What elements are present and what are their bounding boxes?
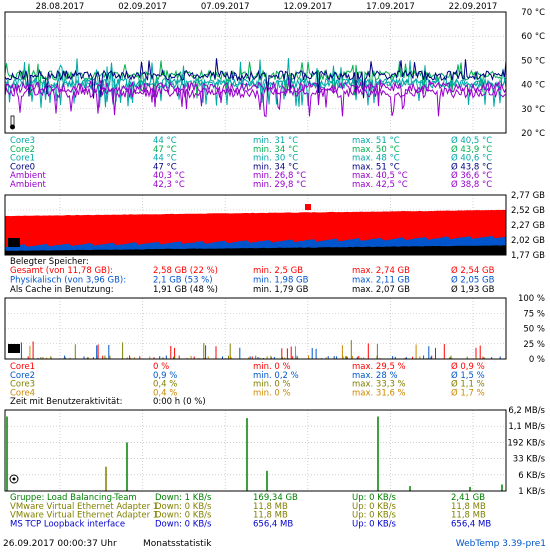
memory-chip-icon-body xyxy=(8,238,20,247)
cpu-y-tick-label: 0 % xyxy=(529,355,545,365)
temperature-row-max: max. 42,5 °C xyxy=(352,180,408,190)
network-plot-area xyxy=(5,410,506,491)
memory-row-avg: Ø 2,05 GB xyxy=(451,274,495,285)
network-row-down: Down: 0 KB/s xyxy=(155,519,212,529)
network-legend: Gruppe: Load Balancing-Team Down: 1 KB/s 1… xyxy=(10,493,491,529)
memory-row-max: max. 2,07 GB xyxy=(352,285,410,295)
memory-chip-icon xyxy=(8,238,20,247)
cpu-y-tick-label: 50 % xyxy=(523,325,545,335)
webtemp-statistics-page: 28.08.2017 02.09.2017 07.09.2017 12.09.2017… xyxy=(0,0,550,550)
statistics-canvas: 28.08.2017 02.09.2017 07.09.2017 12.09.2017… xyxy=(3,2,546,549)
memory-y-tick-label: 2,27 GB xyxy=(511,221,545,231)
cpu-y-tick-label: 75 % xyxy=(523,309,545,319)
x-axis-date-label: 07.09.2017 xyxy=(201,2,250,12)
footer-timestamp: 26.09.2017 00:00:37 Uhr xyxy=(3,539,117,549)
footer: 26.09.2017 00:00:37 Uhr Monatsstatistik … xyxy=(3,539,546,549)
temperature-y-tick-label: 60 °C xyxy=(521,32,545,42)
network-chart: 6,2 MB/s 1,1 MB/s 192 KB/s 33 KB/s 6 KB/s 1 K… xyxy=(4,406,546,497)
cpu-legend: Core1 0 % min. 0 % max. 29,5 % Ø 0,9 %Core2 0… xyxy=(10,361,485,407)
cpu-y-tick-label: 25 % xyxy=(523,340,545,350)
memory-row-cur: 1,91 GB (48 %) xyxy=(153,285,218,295)
temperature-y-tick-label: 70 °C xyxy=(521,8,545,18)
memory-row-min: min. 1,79 GB xyxy=(253,285,309,295)
network-row-up_total: 656,4 MB xyxy=(451,519,491,529)
activity-label: Zeit mit Benutzeraktivität: xyxy=(10,397,122,407)
temperature-y-tick-label: 20 °C xyxy=(521,129,545,139)
network-y-tick-label: 33 KB/s xyxy=(513,455,546,465)
network-row-down_total: 656,4 MB xyxy=(253,519,293,529)
cpu-icon xyxy=(8,344,20,353)
cpu-row-max: max. 31,6 % xyxy=(352,388,406,398)
temperature-row-min: min. 29,8 °C xyxy=(253,180,306,190)
memory-y-tick-label: 2,52 GB xyxy=(511,206,545,216)
temperature-y-tick-label: 30 °C xyxy=(521,105,545,115)
footer-view-label: Monatsstatistik xyxy=(143,539,212,549)
memory-row-avg: Ø 1,93 GB xyxy=(451,284,495,295)
network-y-tick-label: 1 KB/s xyxy=(518,487,545,497)
temperature-row-avg: Ø 38,8 °C xyxy=(451,179,492,190)
activity-value: 0:00 h (0 %) xyxy=(153,397,206,407)
network-row-name: MS TCP Loopback interface xyxy=(10,519,125,529)
temperature-row-cur: 42,3 °C xyxy=(153,180,185,190)
memory-spike xyxy=(305,204,311,210)
memory-y-tick-label: 2,77 GB xyxy=(511,191,545,201)
temperature-legend: Core3 44 °C min. 31 °C max. 51 °C Ø 40,5 °CC… xyxy=(10,135,492,190)
network-y-tick-label: 6 KB/s xyxy=(518,471,545,481)
x-axis-date-label: 02.09.2017 xyxy=(118,2,167,12)
memory-y-tick-label: 2,02 GB xyxy=(511,236,545,246)
cpu-row-avg: Ø 1,7 % xyxy=(451,387,485,398)
network-y-tick-label: 6,2 MB/s xyxy=(508,406,545,416)
network-y-tick-label: 192 KB/s xyxy=(507,438,545,448)
cpu-row-min: min. 0 % xyxy=(253,388,291,398)
memory-row-avg: Ø 2,54 GB xyxy=(451,265,495,276)
network-icon-dot xyxy=(12,477,16,481)
x-axis-date-label: 22.09.2017 xyxy=(449,2,498,12)
temperature-y-tick-label: 40 °C xyxy=(521,81,545,91)
network-y-tick-label: 1,1 MB/s xyxy=(508,422,545,432)
temperature-chart: 28.08.2017 02.09.2017 07.09.2017 12.09.2017… xyxy=(4,2,545,139)
cpu-y-tick-label: 100 % xyxy=(518,294,545,304)
memory-legend: Belegter Speicher:Gesamt (von 11,78 GB):… xyxy=(10,257,495,295)
x-axis-date-label: 12.09.2017 xyxy=(283,2,332,12)
temperature-y-tick-label: 50 °C xyxy=(521,56,545,66)
x-axis-date-label: 17.09.2017 xyxy=(366,2,415,12)
memory-y-tick-label: 1,77 GB xyxy=(511,251,545,261)
thermometer-icon xyxy=(10,115,15,130)
memory-row-name: Als Cache in Benutzung: xyxy=(10,285,114,295)
thermometer-icon-bulb xyxy=(10,124,15,130)
temperature-row-name: Ambient xyxy=(10,180,46,190)
x-axis-date-label: 28.08.2017 xyxy=(36,2,85,12)
network-row-up: Up: 0 KB/s xyxy=(352,519,397,529)
footer-app-version[interactable]: WebTemp 3.39-pre1 xyxy=(456,539,546,549)
memory-chart: 2,77 GB 2,52 GB 2,27 GB 2,02 GB 1,77 GB xyxy=(4,191,545,261)
cpu-chart: 100 % 75 % 50 % 25 % 0 % xyxy=(4,294,545,365)
cpu-icon-body xyxy=(8,344,20,353)
